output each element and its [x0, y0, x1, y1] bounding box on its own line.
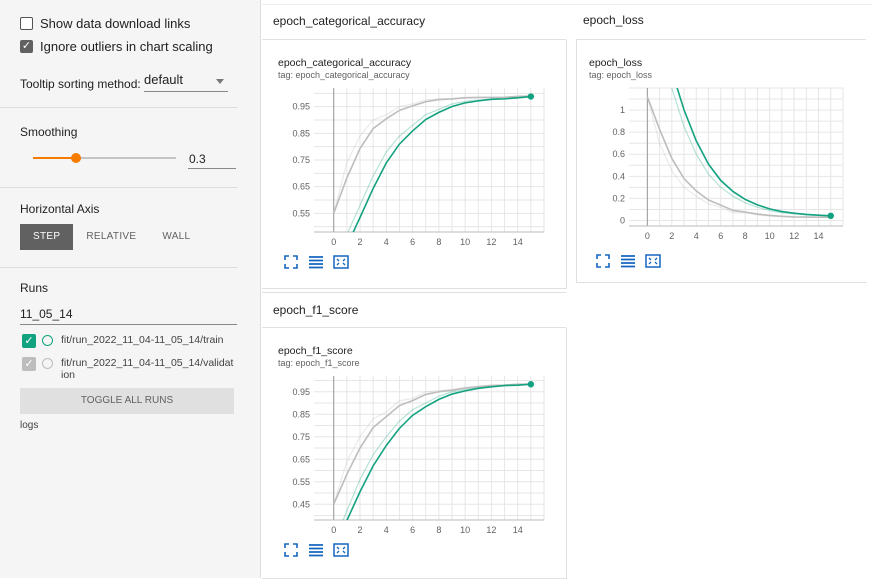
settings-sidebar: Show data download links ✓ Ignore outlie…: [0, 0, 261, 578]
divider: [0, 0, 238, 108]
x-tick-label: 14: [513, 525, 523, 535]
series-end-point: [527, 93, 535, 100]
chart-tag: tag: epoch_f1_score: [278, 358, 360, 368]
checkmark-icon[interactable]: ✓: [22, 357, 36, 371]
x-tick-label: 0: [645, 231, 650, 241]
x-tick-label: 10: [460, 237, 470, 247]
f1-chart[interactable]: 0.45 0.55 0.65 0.75 0.85 0.95 0 2 4 6 8 10 12 14: [262, 372, 562, 542]
x-tick-label: 2: [357, 525, 362, 535]
run-name-line2: ion: [61, 369, 76, 381]
logs-label: logs: [20, 420, 39, 431]
x-tick-label: 14: [513, 237, 523, 247]
x-tick-label: 8: [743, 231, 748, 241]
chart-title: epoch_f1_score: [278, 345, 353, 357]
fullscreen-icon[interactable]: [595, 253, 611, 269]
x-tick-label: 6: [410, 525, 415, 535]
x-tick-label: 6: [410, 237, 415, 247]
run-item-validation[interactable]: ✓ fit/run_2022_11_04-11_05_14/validat io…: [22, 357, 233, 381]
x-tick-label: 12: [789, 231, 799, 241]
x-tick-label: 0: [331, 525, 336, 535]
chart-toolbar: [283, 542, 349, 558]
series-end-point: [827, 212, 834, 220]
runs-label: Runs: [20, 281, 49, 295]
y-tick-label: 0.65: [292, 182, 310, 192]
loss-chart[interactable]: 00.20.40.60.810 2 4 6 8 10 12 14: [577, 84, 862, 254]
fullscreen-icon[interactable]: [283, 542, 299, 558]
x-tick-label: 6: [718, 231, 723, 241]
series-line-train: [352, 95, 531, 232]
y-tick-label: 0.75: [292, 432, 310, 442]
toggle-y-log-icon[interactable]: [620, 253, 636, 269]
x-tick-label: 2: [669, 231, 674, 241]
section-title: epoch_f1_score: [273, 303, 359, 317]
y-tick-label: 0.95: [292, 387, 310, 397]
top-strip: [262, 0, 872, 5]
run-color-dot: [42, 335, 53, 346]
x-tick-label: 10: [460, 525, 470, 535]
section-title: epoch_loss: [583, 13, 644, 27]
x-tick-label: 2: [357, 237, 362, 247]
chart-title: epoch_categorical_accuracy: [278, 57, 412, 69]
divider: [0, 107, 238, 188]
runs-filter-value: 11_05_14: [20, 307, 73, 321]
y-tick-label: 1: [620, 105, 625, 115]
chart-title: epoch_loss: [589, 57, 643, 69]
x-tick-label: 12: [486, 237, 496, 247]
chart-tag: tag: epoch_loss: [589, 70, 653, 80]
x-tick-label: 0: [331, 237, 336, 247]
toggle-all-runs-button[interactable]: TOGGLE ALL RUNS: [20, 388, 234, 414]
run-name: fit/run_2022_11_04-11_05_14/train: [61, 334, 224, 346]
checkmark-icon[interactable]: ✓: [22, 334, 36, 348]
y-tick-label: 0.55: [292, 477, 310, 487]
runs-filter-input[interactable]: 11_05_14: [20, 304, 237, 325]
toggle-y-log-icon[interactable]: [308, 542, 324, 558]
chart-toolbar: [283, 254, 349, 270]
fit-domain-icon[interactable]: [645, 253, 661, 269]
series-raw-line: [333, 95, 531, 214]
accuracy-chart[interactable]: 0.55 0.65 0.75 0.85 0.95 0 2 4 6 8 10 12 14: [262, 84, 562, 254]
y-tick-label: 0.4: [612, 171, 625, 181]
series-line-train: [346, 383, 531, 520]
chart-card-loss: epoch_loss tag: epoch_loss 0 0.2 0.4 0.6 0.8…: [576, 40, 867, 283]
x-tick-label: 4: [694, 231, 699, 241]
run-color-dot: [42, 358, 53, 369]
chart-tag: tag: epoch_categorical_accuracy: [278, 70, 410, 80]
fit-domain-icon[interactable]: [333, 542, 349, 558]
series-raw-line: [342, 383, 531, 520]
x-tick-label: 10: [765, 231, 775, 241]
chart-toolbar: [595, 253, 661, 269]
x-tick-label: 8: [436, 237, 441, 247]
y-tick-label: 0: [620, 215, 625, 225]
x-tick-label: 14: [814, 231, 824, 241]
y-tick-label: 0.55: [292, 208, 310, 218]
section-header-loss: epoch_loss: [576, 6, 866, 40]
section-header-accuracy: epoch_categorical_accuracy: [262, 6, 566, 40]
toggle-y-log-icon[interactable]: [308, 254, 324, 270]
y-tick-label: 0.85: [292, 409, 310, 419]
series-end-point: [527, 381, 535, 388]
run-item-train[interactable]: ✓ fit/run_2022_11_04-11_05_14/train: [22, 334, 224, 348]
y-tick-label: 0.8: [612, 127, 625, 137]
series-line-validation: [332, 95, 531, 214]
y-tick-label: 0.85: [292, 128, 310, 138]
x-tick-label: 12: [486, 525, 496, 535]
series-raw-line: [347, 95, 531, 232]
y-tick-label: 0.45: [292, 499, 310, 509]
y-tick-label: 0.75: [292, 155, 310, 165]
chart-card-f1: epoch_f1_score tag: epoch_f1_score 0.45 0…: [262, 328, 567, 579]
y-tick-label: 0.65: [292, 454, 310, 464]
x-tick-label: 8: [436, 525, 441, 535]
y-tick-label: 0.2: [612, 193, 625, 203]
run-name-line1: fit/run_2022_11_04-11_05_14/validat: [61, 357, 234, 369]
y-tick-label: 0.95: [292, 102, 310, 112]
fullscreen-icon[interactable]: [283, 254, 299, 270]
y-tick-label: 0.6: [612, 149, 625, 159]
fit-domain-icon[interactable]: [333, 254, 349, 270]
section-title: epoch_categorical_accuracy: [273, 14, 426, 28]
x-tick-label: 4: [384, 237, 389, 247]
section-header-f1: epoch_f1_score: [262, 292, 566, 328]
divider: [0, 187, 238, 268]
x-tick-label: 4: [384, 525, 389, 535]
chart-card-accuracy: epoch_categorical_accuracy tag: epoch_ca…: [262, 40, 567, 289]
